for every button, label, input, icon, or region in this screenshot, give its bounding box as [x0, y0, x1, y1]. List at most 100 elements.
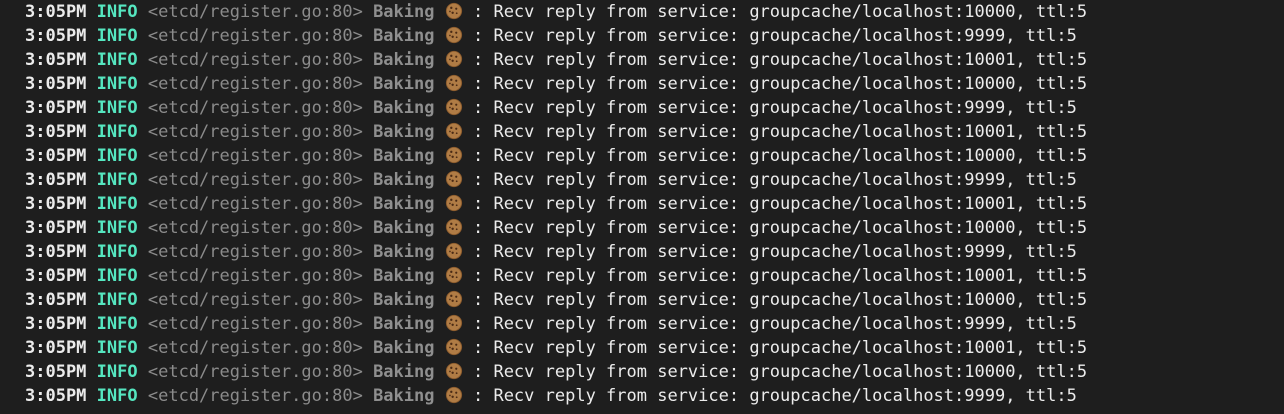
cookie-icon	[445, 146, 462, 164]
log-source: <etcd/register.go:80>	[147, 50, 363, 70]
log-tag: Baking	[373, 98, 435, 118]
log-message: : Recv reply from service: groupcache/lo…	[472, 98, 1077, 118]
log-message: : Recv reply from service: groupcache/lo…	[472, 170, 1077, 190]
log-level: INFO	[96, 122, 138, 142]
log-message: : Recv reply from service: groupcache/lo…	[472, 146, 1088, 166]
log-time: 3:05PM	[25, 338, 87, 358]
log-source: <etcd/register.go:80>	[147, 98, 363, 118]
log-output: 3:05PM INFO <etcd/register.go:80> Baking…	[25, 0, 1087, 408]
log-line: 3:05PM INFO <etcd/register.go:80> Baking…	[25, 288, 1087, 312]
cookie-icon	[445, 290, 462, 308]
log-source: <etcd/register.go:80>	[147, 290, 363, 310]
cookie-icon	[445, 218, 462, 236]
cookie-icon	[445, 74, 462, 92]
log-message: : Recv reply from service: groupcache/lo…	[472, 122, 1088, 142]
log-tag: Baking	[373, 242, 435, 262]
log-message: : Recv reply from service: groupcache/lo…	[472, 290, 1088, 310]
log-time: 3:05PM	[25, 290, 87, 310]
cookie-icon	[445, 266, 462, 284]
log-source: <etcd/register.go:80>	[147, 386, 363, 406]
log-message: : Recv reply from service: groupcache/lo…	[472, 194, 1088, 214]
log-message: : Recv reply from service: groupcache/lo…	[472, 338, 1088, 358]
log-line: 3:05PM INFO <etcd/register.go:80> Baking…	[25, 336, 1087, 360]
log-line: 3:05PM INFO <etcd/register.go:80> Baking…	[25, 360, 1087, 384]
log-level: INFO	[96, 338, 138, 358]
cookie-icon	[445, 2, 462, 20]
log-source: <etcd/register.go:80>	[147, 218, 363, 238]
log-tag: Baking	[373, 170, 435, 190]
log-time: 3:05PM	[25, 170, 87, 190]
log-line: 3:05PM INFO <etcd/register.go:80> Baking…	[25, 312, 1087, 336]
log-message: : Recv reply from service: groupcache/lo…	[472, 242, 1077, 262]
log-level: INFO	[96, 50, 138, 70]
log-line: 3:05PM INFO <etcd/register.go:80> Baking…	[25, 0, 1087, 24]
log-level: INFO	[96, 26, 138, 46]
log-line: 3:05PM INFO <etcd/register.go:80> Baking…	[25, 24, 1087, 48]
log-source: <etcd/register.go:80>	[147, 194, 363, 214]
log-source: <etcd/register.go:80>	[147, 266, 363, 286]
log-tag: Baking	[373, 314, 435, 334]
log-time: 3:05PM	[25, 74, 87, 94]
cookie-icon	[445, 122, 462, 140]
log-tag: Baking	[373, 26, 435, 46]
log-time: 3:05PM	[25, 314, 87, 334]
log-line: 3:05PM INFO <etcd/register.go:80> Baking…	[25, 96, 1087, 120]
log-message: : Recv reply from service: groupcache/lo…	[472, 26, 1077, 46]
log-line: 3:05PM INFO <etcd/register.go:80> Baking…	[25, 240, 1087, 264]
log-source: <etcd/register.go:80>	[147, 2, 363, 22]
log-message: : Recv reply from service: groupcache/lo…	[472, 50, 1088, 70]
log-source: <etcd/register.go:80>	[147, 122, 363, 142]
log-time: 3:05PM	[25, 218, 87, 238]
log-source: <etcd/register.go:80>	[147, 26, 363, 46]
log-source: <etcd/register.go:80>	[147, 170, 363, 190]
log-tag: Baking	[373, 194, 435, 214]
log-level: INFO	[96, 98, 138, 118]
log-message: : Recv reply from service: groupcache/lo…	[472, 386, 1077, 406]
terminal-window[interactable]: 3:05PM INFO <etcd/register.go:80> Baking…	[0, 0, 1284, 414]
log-tag: Baking	[373, 122, 435, 142]
log-tag: Baking	[373, 218, 435, 238]
log-level: INFO	[96, 362, 138, 382]
log-level: INFO	[96, 266, 138, 286]
log-message: : Recv reply from service: groupcache/lo…	[472, 218, 1088, 238]
log-tag: Baking	[373, 2, 435, 22]
log-message: : Recv reply from service: groupcache/lo…	[472, 2, 1088, 22]
log-time: 3:05PM	[25, 194, 87, 214]
log-time: 3:05PM	[25, 98, 87, 118]
cookie-icon	[445, 170, 462, 188]
log-time: 3:05PM	[25, 2, 87, 22]
log-message: : Recv reply from service: groupcache/lo…	[472, 314, 1077, 334]
log-time: 3:05PM	[25, 362, 87, 382]
log-level: INFO	[96, 2, 138, 22]
log-level: INFO	[96, 386, 138, 406]
log-tag: Baking	[373, 338, 435, 358]
log-tag: Baking	[373, 50, 435, 70]
log-source: <etcd/register.go:80>	[147, 362, 363, 382]
cookie-icon	[445, 50, 462, 68]
cookie-icon	[445, 362, 462, 380]
log-time: 3:05PM	[25, 26, 87, 46]
log-level: INFO	[96, 74, 138, 94]
log-source: <etcd/register.go:80>	[147, 242, 363, 262]
log-level: INFO	[96, 146, 138, 166]
log-line: 3:05PM INFO <etcd/register.go:80> Baking…	[25, 72, 1087, 96]
log-level: INFO	[96, 290, 138, 310]
cookie-icon	[445, 98, 462, 116]
log-time: 3:05PM	[25, 122, 87, 142]
cookie-icon	[445, 26, 462, 44]
log-tag: Baking	[373, 362, 435, 382]
cookie-icon	[445, 314, 462, 332]
log-line: 3:05PM INFO <etcd/register.go:80> Baking…	[25, 120, 1087, 144]
cookie-icon	[445, 386, 462, 404]
log-tag: Baking	[373, 74, 435, 94]
log-level: INFO	[96, 194, 138, 214]
log-line: 3:05PM INFO <etcd/register.go:80> Baking…	[25, 384, 1087, 408]
log-source: <etcd/register.go:80>	[147, 338, 363, 358]
log-source: <etcd/register.go:80>	[147, 146, 363, 166]
log-message: : Recv reply from service: groupcache/lo…	[472, 74, 1088, 94]
log-time: 3:05PM	[25, 386, 87, 406]
log-level: INFO	[96, 242, 138, 262]
log-time: 3:05PM	[25, 242, 87, 262]
log-level: INFO	[96, 314, 138, 334]
log-level: INFO	[96, 218, 138, 238]
